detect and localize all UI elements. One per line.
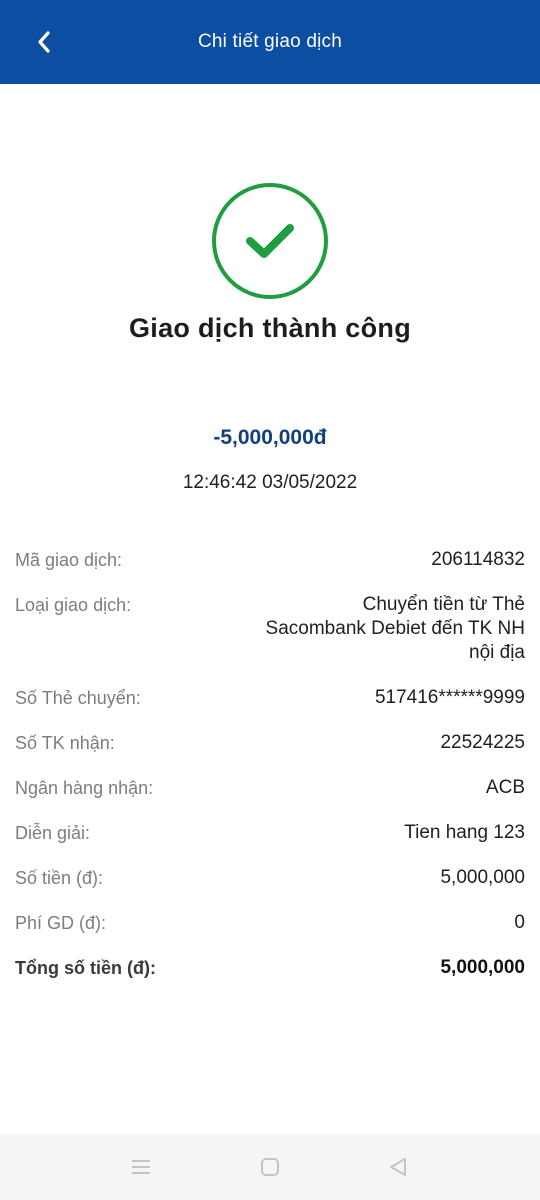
detail-label: Ngân hàng nhận: — [15, 778, 154, 798]
app-header: Chi tiết giao dịch — [0, 0, 540, 84]
detail-label: Tổng số tiền (đ): — [15, 958, 156, 978]
transaction-status: Giao dịch thành công — [129, 313, 411, 343]
detail-value: 5,000,000 — [440, 957, 525, 978]
transaction-datetime: 12:46:42 03/05/2022 — [182, 472, 358, 493]
chevron-left-icon — [38, 31, 50, 53]
detail-label: Mã giao dịch: — [15, 550, 123, 570]
detail-value: 206114832 — [431, 549, 525, 570]
detail-row-amount: Số tiền (đ): 5,000,000 — [15, 866, 525, 890]
detail-value: 5,000,000 — [440, 867, 525, 888]
detail-label: Phí GD (đ): — [15, 913, 107, 933]
detail-value: 22524225 — [440, 732, 525, 753]
transaction-amount: -5,000,000đ — [213, 426, 327, 449]
home-button[interactable] — [257, 1154, 283, 1180]
back-nav-button[interactable] — [385, 1154, 411, 1180]
detail-label: Diễn giải: — [15, 823, 91, 843]
detail-row-transaction-type: Loại giao dịch: Chuyển tiền từ Thẻ Sacom… — [15, 593, 525, 665]
detail-value: Chuyển tiền từ Thẻ Sacombank Debiet đến … — [265, 594, 525, 663]
detail-label: Số tiền (đ): — [15, 868, 104, 888]
back-button[interactable] — [26, 24, 62, 60]
detail-row-transaction-id: Mã giao dịch: 206114832 — [15, 548, 525, 572]
detail-row-total: Tổng số tiền (đ): 5,000,000 — [15, 956, 525, 980]
detail-row-description: Diễn giải: Tien hang 123 — [15, 821, 525, 845]
home-square-icon — [261, 1158, 279, 1176]
detail-label: Số Thẻ chuyển: — [15, 688, 141, 708]
detail-row-fee: Phí GD (đ): 0 — [15, 911, 525, 935]
menu-button[interactable] — [128, 1154, 154, 1180]
system-navbar — [0, 1134, 540, 1200]
menu-icon — [132, 1160, 150, 1174]
page-title: Chi tiết giao dịch — [197, 31, 343, 52]
detail-value: 517416******9999 — [374, 687, 525, 708]
detail-value: 0 — [514, 912, 525, 933]
detail-value: Tien hang 123 — [404, 822, 525, 843]
detail-label: Loại giao dịch: — [15, 595, 132, 615]
detail-label: Số TK nhận: — [15, 733, 115, 753]
back-triangle-icon — [390, 1158, 406, 1176]
transaction-details: Mã giao dịch: 206114832 Loại giao dịch: … — [15, 548, 525, 1001]
detail-row-receiver-bank: Ngân hàng nhận: ACB — [15, 776, 525, 800]
detail-row-card-number: Số Thẻ chuyển: 517416******9999 — [15, 686, 525, 710]
detail-row-receiver-account: Số TK nhận: 22524225 — [15, 731, 525, 755]
detail-value: ACB — [485, 777, 525, 798]
check-circle-icon — [210, 181, 330, 301]
